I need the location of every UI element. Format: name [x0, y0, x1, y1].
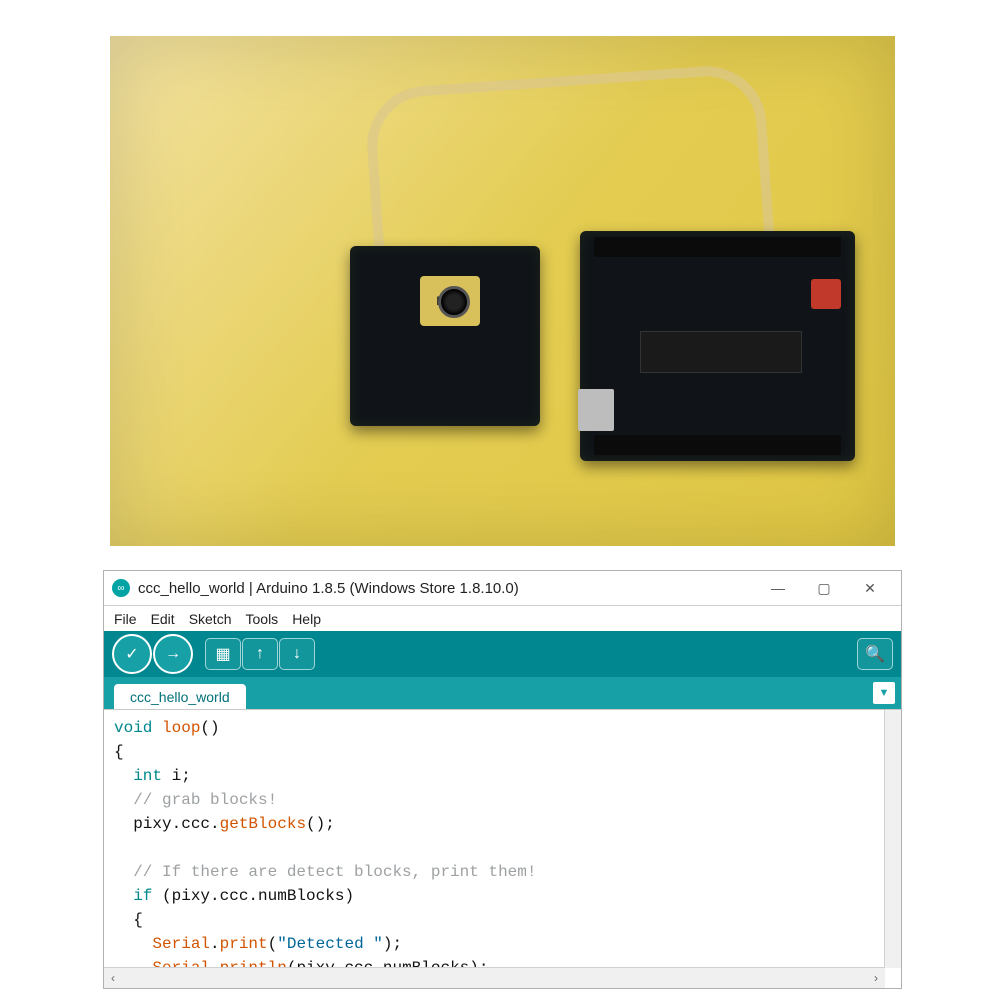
code-comment: // If there are detect blocks, print the…	[133, 863, 536, 881]
code-fn: loop	[162, 719, 200, 737]
code-obj: Serial	[152, 935, 210, 953]
code-text: pixy.ccc.	[133, 815, 219, 833]
code-fn: print	[220, 935, 268, 953]
code-comment: // grab blocks!	[133, 791, 277, 809]
code-text: (	[268, 935, 278, 953]
tab-strip: ccc_hello_world ▼	[104, 677, 901, 709]
code-text: (pixy.ccc.numBlocks)	[152, 887, 354, 905]
tab-dropdown-icon[interactable]: ▼	[873, 682, 895, 704]
menu-file[interactable]: File	[114, 611, 137, 627]
scroll-right-icon[interactable]: ›	[867, 971, 885, 985]
code-text: {	[114, 743, 124, 761]
menu-edit[interactable]: Edit	[151, 611, 175, 627]
code-text: );	[383, 935, 402, 953]
maximize-button[interactable]: ▢	[801, 575, 847, 601]
new-sketch-button[interactable]: ▦	[205, 638, 241, 670]
menu-help[interactable]: Help	[292, 611, 321, 627]
editor-area: void loop() { int i; // grab blocks! pix…	[104, 709, 901, 988]
menu-bar: File Edit Sketch Tools Help	[104, 606, 901, 631]
scroll-track[interactable]	[122, 968, 867, 988]
menu-tools[interactable]: Tools	[246, 611, 279, 627]
minimize-button[interactable]: —	[755, 575, 801, 601]
code-text: ()	[200, 719, 219, 737]
verify-button[interactable]: ✓	[112, 634, 152, 674]
serial-monitor-button[interactable]: 🔍	[857, 638, 893, 670]
horizontal-scrollbar[interactable]: ‹ ›	[104, 967, 885, 988]
code-text: .	[210, 935, 220, 953]
arduino-ide-window: ∞ ccc_hello_world | Arduino 1.8.5 (Windo…	[103, 570, 902, 989]
code-kw: if	[133, 887, 152, 905]
code-fn: getBlocks	[220, 815, 306, 833]
code-editor[interactable]: void loop() { int i; // grab blocks! pix…	[104, 710, 885, 968]
arduino-logo-icon: ∞	[112, 579, 130, 597]
pixy-camera-board: PIXY	[350, 246, 540, 426]
pin-headers-bottom	[594, 435, 842, 455]
title-bar[interactable]: ∞ ccc_hello_world | Arduino 1.8.5 (Windo…	[104, 571, 901, 606]
code-text: ();	[306, 815, 335, 833]
open-sketch-button[interactable]: ↑	[242, 638, 278, 670]
scroll-left-icon[interactable]: ‹	[104, 971, 122, 985]
code-kw: void	[114, 719, 152, 737]
tab-ccc-hello-world[interactable]: ccc_hello_world	[114, 684, 246, 709]
vertical-scrollbar[interactable]	[884, 710, 901, 968]
code-type: int	[133, 767, 162, 785]
code-text: i;	[162, 767, 191, 785]
arduino-board	[580, 231, 855, 461]
close-button[interactable]: ✕	[847, 575, 893, 601]
usb-port	[578, 389, 614, 431]
toolbar: ✓ → ▦ ↑ ↓ 🔍	[104, 631, 901, 677]
save-sketch-button[interactable]: ↓	[279, 638, 315, 670]
code-text: {	[133, 911, 143, 929]
window-title: ccc_hello_world | Arduino 1.8.5 (Windows…	[138, 580, 755, 597]
code-string: "Detected "	[277, 935, 383, 953]
menu-sketch[interactable]: Sketch	[189, 611, 232, 627]
upload-button[interactable]: →	[153, 634, 193, 674]
red-led	[811, 279, 841, 309]
pin-headers-top	[594, 237, 842, 257]
hardware-photo: PIXY	[110, 36, 895, 546]
camera-lens-icon	[438, 286, 470, 318]
mcu-chip	[640, 331, 802, 373]
